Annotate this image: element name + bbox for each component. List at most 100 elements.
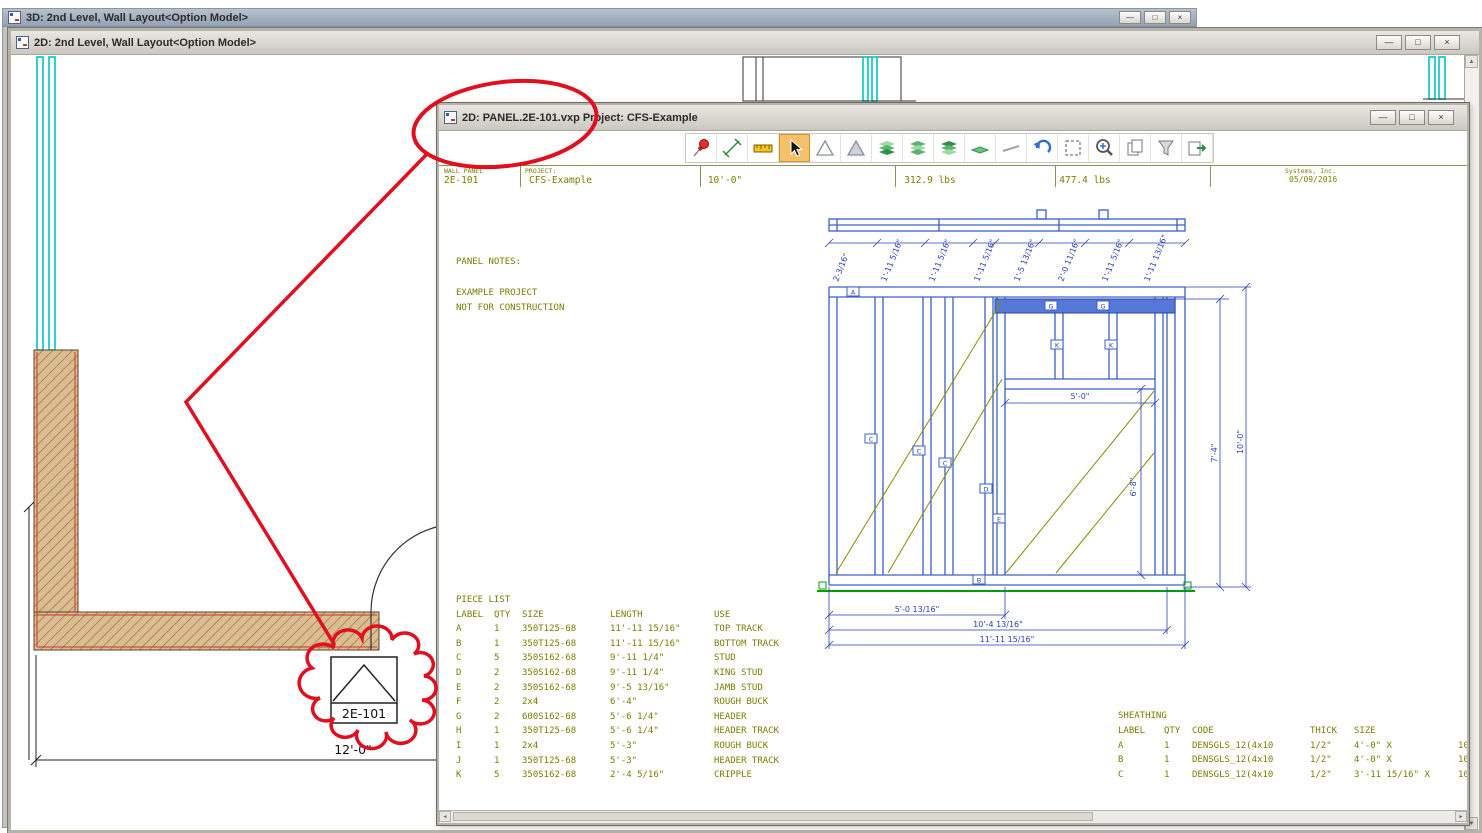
piece-list-row: E2350S162-689'-5 13/16"JAMB STUD (456, 681, 779, 696)
pin-tool-button[interactable] (686, 134, 717, 162)
svg-text:11'-11 15/16": 11'-11 15/16" (980, 635, 1035, 644)
window-panel-restore-button[interactable]: □ (1399, 110, 1425, 125)
undo-icon (1031, 137, 1053, 159)
total-weight-value: 477.4 lbs (1035, 175, 1135, 186)
filter-tool-button[interactable] (1151, 134, 1182, 162)
plan-fragment-top (743, 57, 916, 101)
undo-tool-button[interactable] (1027, 134, 1058, 162)
piece-list-row: F22x46'-4"ROUGH BUCK (456, 695, 779, 710)
panel-notes-title: PANEL NOTES: (456, 257, 521, 267)
scroll-up-icon[interactable]: ▲ (1465, 55, 1478, 68)
window-3d-titlebar[interactable]: 3D: 2nd Level, Wall Layout<Option Model>… (3, 9, 1196, 27)
layers-c-icon (938, 137, 960, 159)
layer-flat-icon (969, 137, 991, 159)
svg-text:1'-11 5/16": 1'-11 5/16" (973, 238, 998, 283)
svg-text:7'-4": 7'-4" (1210, 444, 1219, 463)
window-2d-close-button[interactable]: × (1434, 35, 1460, 50)
layers-a-icon (876, 137, 898, 159)
framing-members (829, 287, 1185, 585)
export-tool-button[interactable] (1182, 134, 1213, 162)
window-panel-titlebar[interactable]: 2D: PANEL.2E-101.vxp Project: CFS-Exampl… (439, 105, 1467, 131)
svg-text:1'-11 13/16": 1'-11 13/16" (1143, 233, 1170, 282)
svg-text:10'-4 13/16": 10'-4 13/16" (973, 620, 1023, 629)
panel-marker-label: 2E-101 (342, 706, 386, 721)
line-tool-button[interactable] (996, 134, 1027, 162)
wall-panel-value: 2E-101 (444, 175, 478, 186)
cursor-icon (784, 137, 806, 159)
svg-text:K: K (1055, 342, 1060, 350)
marquee-tool-button[interactable] (1058, 134, 1089, 162)
scrollbar-thumb[interactable] (453, 812, 1093, 821)
piece-list-row: C5350S162-689'-11 1/4"STUD (456, 651, 779, 666)
select-tool-button[interactable] (779, 134, 810, 162)
panel-horizontal-scrollbar[interactable]: ◄ ► (439, 810, 1467, 823)
window-3d-title: 3D: 2nd Level, Wall Layout<Option Model> (26, 12, 248, 24)
window-panel-close-button[interactable]: × (1428, 110, 1454, 125)
piece-list-row: I12x45'-3"ROUGH BUCK (456, 739, 779, 754)
triangle-icon (814, 137, 836, 159)
window-2d-titlebar[interactable]: 2D: 2nd Level, Wall Layout<Option Model>… (11, 31, 1479, 55)
svg-text:D: D (983, 486, 988, 494)
svg-text:5'-0": 5'-0" (1071, 392, 1090, 401)
copy-icon (1124, 137, 1146, 159)
panel-notes-line2: NOT FOR CONSTRUCTION (456, 303, 564, 313)
window-3d-minimize-button[interactable]: — (1119, 11, 1141, 24)
layers-c-tool-button[interactable] (934, 134, 965, 162)
sheathing-row: A1DENSGLS_12(4x101/2"4'-0" X10'-0" (1118, 739, 1467, 754)
panel-weight-value: 312.9 lbs (880, 175, 980, 186)
window-3d-icon (8, 11, 21, 24)
wall-panel-label: WALL PANEL (444, 167, 483, 175)
layers-a-tool-button[interactable] (872, 134, 903, 162)
baseline (817, 582, 1195, 591)
svg-text:1'-11 5/16": 1'-11 5/16" (880, 238, 905, 283)
zoom-tool-button[interactable] (1089, 134, 1120, 162)
svg-text:2-3/16": 2-3/16" (832, 252, 851, 283)
sheathing-table: SHEATHING LABELQTYCODETHICKSIZE A1DENSGL… (1118, 709, 1467, 783)
svg-text:K: K (1109, 342, 1114, 350)
window-panel: 2D: PANEL.2E-101.vxp Project: CFS-Exampl… (437, 103, 1469, 825)
window-panel-title: 2D: PANEL.2E-101.vxp Project: CFS-Exampl… (462, 112, 698, 124)
copy-tool-button[interactable] (1120, 134, 1151, 162)
dimension-icon (721, 137, 743, 159)
piece-list-row: J1350T125-685'-3"HEADER TRACK (456, 754, 779, 769)
company-label: Systems, Inc. (1285, 167, 1336, 175)
plan-fragment-right (1423, 57, 1468, 104)
window-3d-close-button[interactable]: × (1169, 11, 1191, 24)
svg-text:G: G (1100, 303, 1105, 311)
svg-text:2'-0 11/16": 2'-0 11/16" (1057, 238, 1082, 283)
application-desktop: 3D: 2nd Level, Wall Layout<Option Model>… (0, 0, 1482, 833)
date-value: 05/09/2016 (1289, 175, 1337, 184)
piece-list-row: D2350S162-689'-11 1/4"KING STUD (456, 666, 779, 681)
dimension-tool-button[interactable] (717, 134, 748, 162)
window-panel-icon (444, 111, 457, 124)
scroll-left-icon[interactable]: ◄ (439, 811, 451, 822)
svg-text:A: A (851, 289, 856, 297)
piece-list-row: B1350T125-6811'-11 15/16"BOTTOM TRACK (456, 637, 779, 652)
window-2d-restore-button[interactable]: □ (1405, 35, 1431, 50)
svg-text:1'-11 5/16": 1'-11 5/16" (928, 238, 953, 283)
plan-dim-text: 12'-0" (334, 742, 372, 757)
svg-text:6'-8": 6'-8" (1129, 478, 1138, 497)
window-panel-minimize-button[interactable]: — (1370, 110, 1396, 125)
layers-b-tool-button[interactable] (903, 134, 934, 162)
scroll-right-icon[interactable]: ► (1455, 811, 1467, 822)
svg-text:G: G (1048, 303, 1053, 311)
sheathing-title: SHEATHING (1118, 709, 1467, 724)
project-value: CFS-Example (529, 175, 592, 186)
piece-list-title: PIECE LIST (456, 593, 779, 608)
window-2d-minimize-button[interactable]: — (1376, 35, 1402, 50)
pin-icon (690, 137, 712, 159)
piece-list-row: G2600S162-685'-6 1/4"HEADER (456, 710, 779, 725)
panel-toolbar (439, 131, 1467, 165)
svg-text:E: E (997, 516, 1001, 524)
piece-list-row: K5350S162-682'-4 5/16"CRIPPLE (456, 768, 779, 783)
layer-flat-tool-button[interactable] (965, 134, 996, 162)
window-3d-restore-button[interactable]: □ (1144, 11, 1166, 24)
triangle-tool-button[interactable] (810, 134, 841, 162)
ruler-tool-button[interactable] (748, 134, 779, 162)
panel-drawing-canvas[interactable]: 2-3/16" 1'-11 5/16" 1'-11 5/16" 1'-11 5/… (439, 187, 1467, 813)
svg-text:B: B (977, 577, 981, 585)
svg-text:C: C (869, 436, 874, 444)
window-2d-title: 2D: 2nd Level, Wall Layout<Option Model> (34, 37, 256, 49)
triangle-fill-tool-button[interactable] (841, 134, 872, 162)
